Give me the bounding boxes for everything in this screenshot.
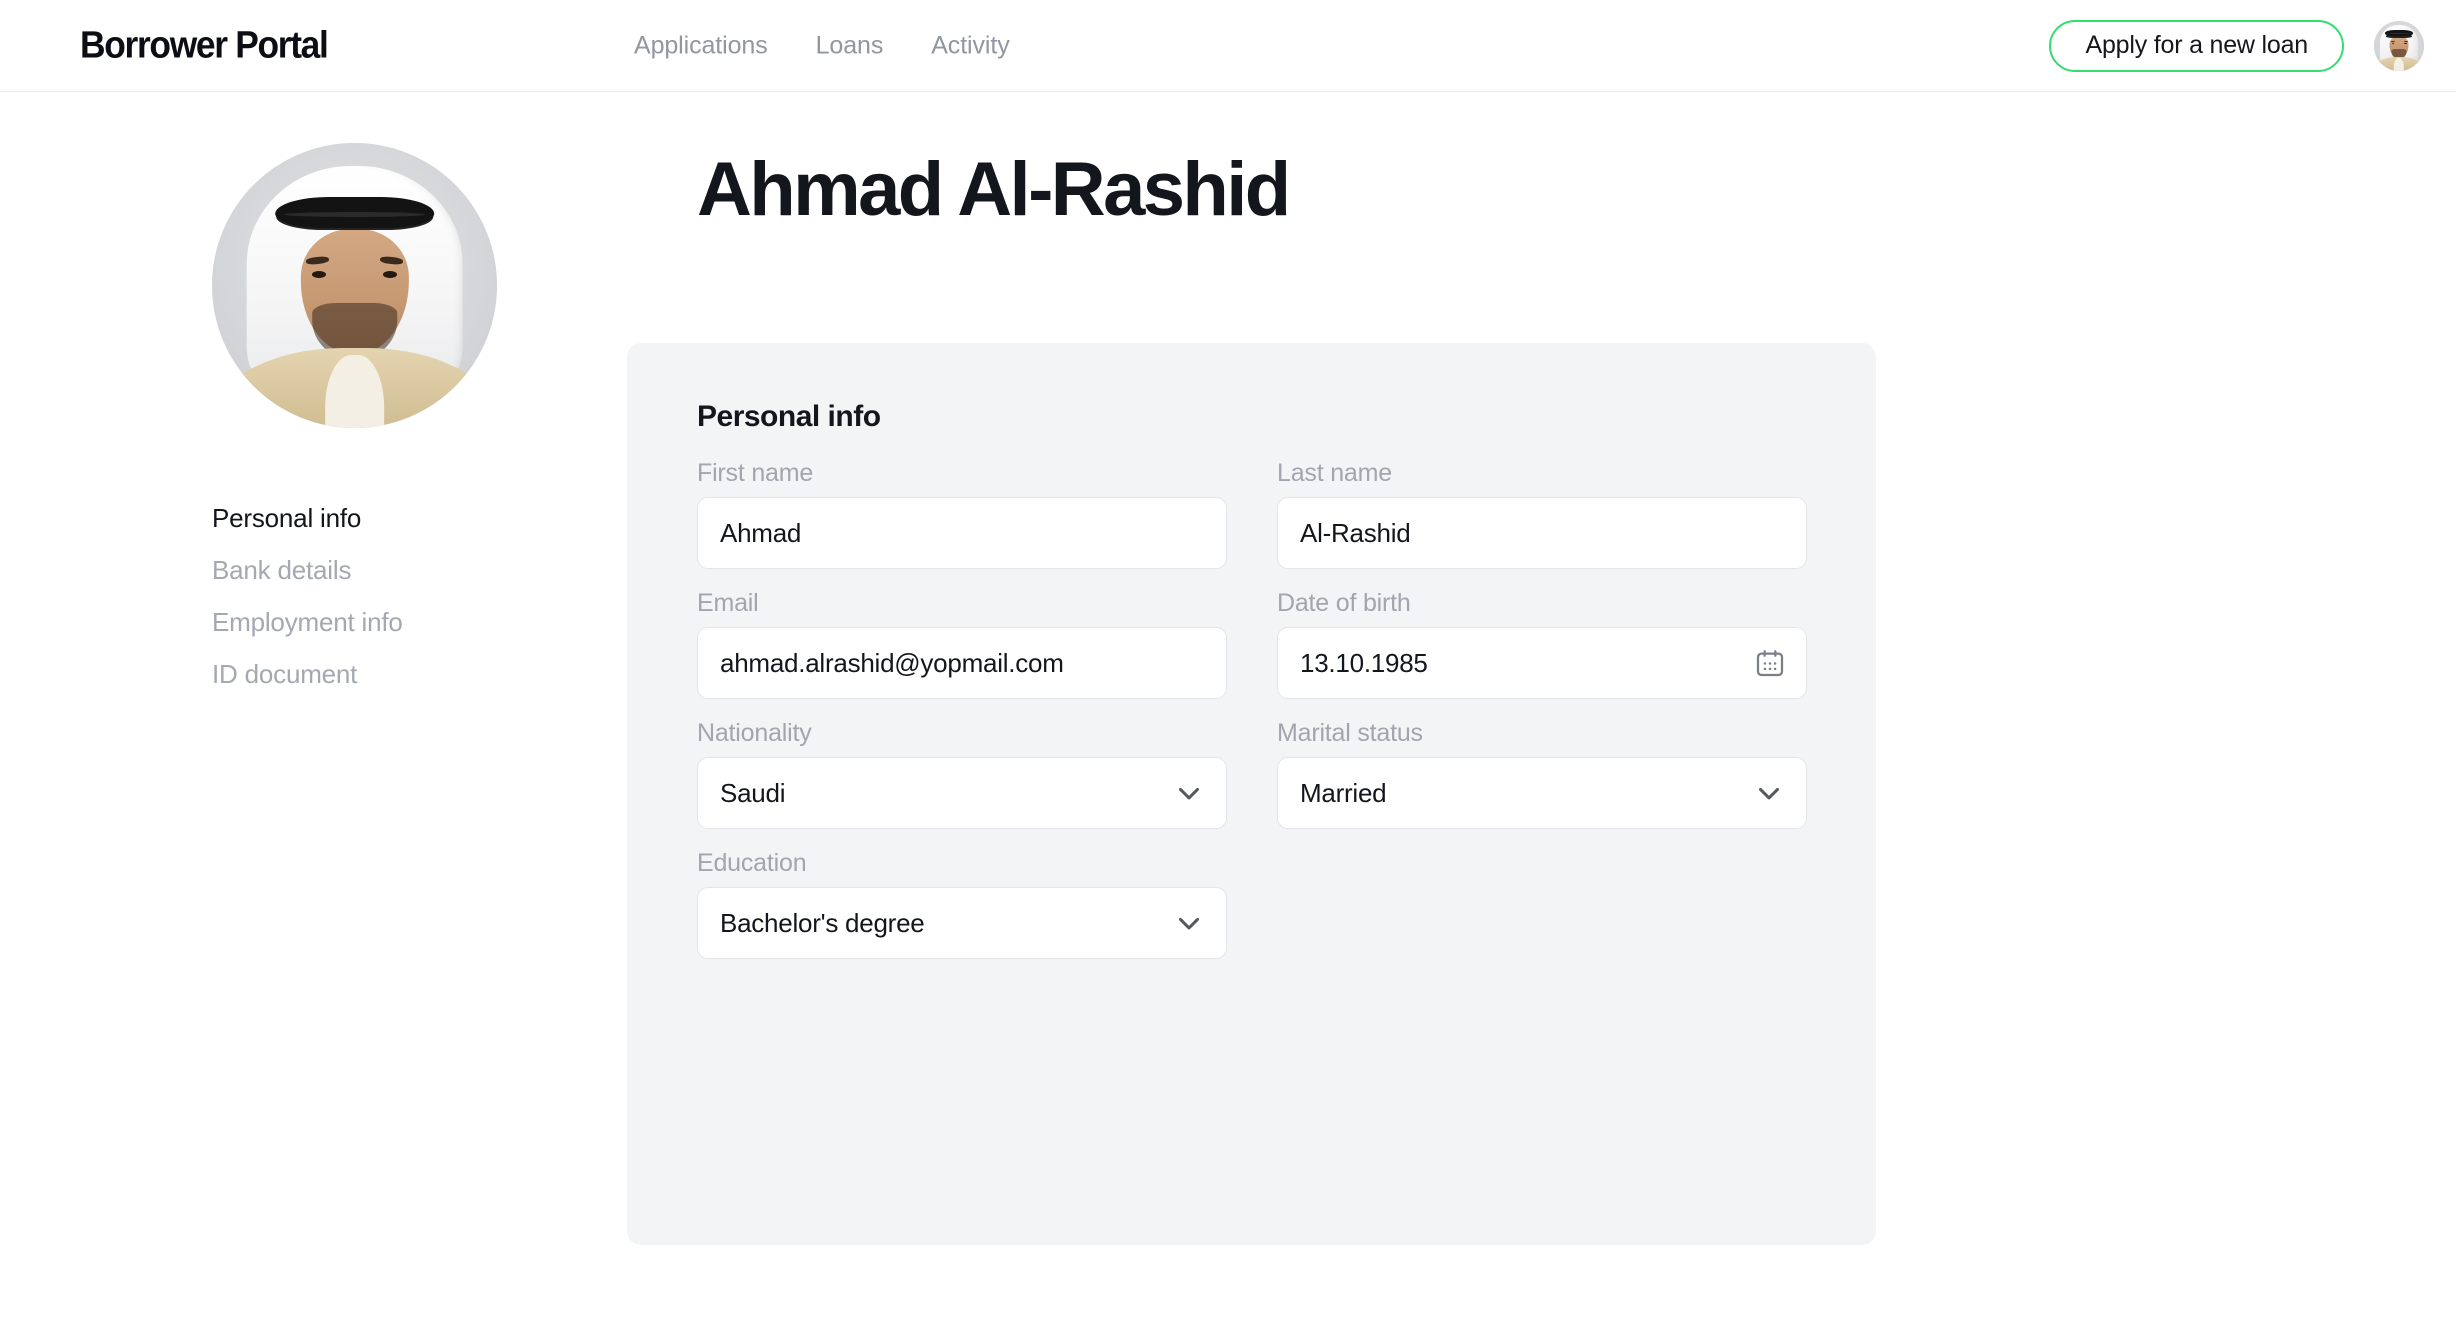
value-last-name: Al-Rashid (1300, 518, 1411, 548)
label-date-of-birth: Date of birth (1277, 589, 1411, 617)
avatar-eye-left (2391, 43, 2394, 45)
page-content: Personal info Bank details Employment in… (0, 92, 2456, 1318)
personal-info-form: First name Ahmad Last name Al-Rashid Ema… (697, 461, 1807, 959)
field-nationality: Nationality Saudi (697, 721, 1227, 829)
calendar-icon[interactable] (1754, 647, 1786, 679)
label-marital-status: Marital status (1277, 719, 1423, 747)
chevron-down-icon[interactable] (1172, 906, 1206, 940)
sidebar-item-id-document[interactable]: ID document (212, 648, 542, 700)
value-marital-status: Married (1300, 778, 1387, 808)
brand-logo[interactable]: Borrower Portal (80, 24, 329, 67)
input-last-name[interactable]: Al-Rashid (1277, 497, 1807, 569)
label-education: Education (697, 849, 807, 877)
input-date-of-birth[interactable]: 13.10.1985 (1277, 627, 1807, 699)
profile-portrait-art (212, 143, 497, 428)
value-first-name: Ahmad (720, 518, 802, 548)
avatar-eye-right (2404, 43, 2407, 45)
value-education: Bachelor's degree (720, 908, 925, 938)
page-title: Ahmad Al-Rashid (697, 147, 1291, 232)
select-marital-status[interactable]: Married (1277, 757, 1807, 829)
profile-photo[interactable] (212, 143, 497, 428)
sidebar-item-employment-info[interactable]: Employment info (212, 596, 542, 648)
nav-item-loans[interactable]: Loans (816, 31, 884, 60)
nav-item-activity[interactable]: Activity (931, 31, 1009, 60)
field-first-name: First name Ahmad (697, 461, 1227, 569)
label-last-name: Last name (1277, 459, 1392, 487)
value-email: ahmad.alrashid@yopmail.com (720, 648, 1064, 678)
chevron-down-icon[interactable] (1172, 776, 1206, 810)
app-root: Borrower Portal Applications Loans Activ… (0, 0, 2456, 1318)
field-last-name: Last name Al-Rashid (1277, 461, 1807, 569)
input-email[interactable]: ahmad.alrashid@yopmail.com (697, 627, 1227, 699)
apply-for-new-loan-button[interactable]: Apply for a new loan (2049, 19, 2344, 72)
field-date-of-birth: Date of birth 13.10.1985 (1277, 591, 1807, 699)
avatar-portrait-art (2374, 20, 2424, 71)
nav-item-applications[interactable]: Applications (634, 31, 768, 60)
profile-eye-left (311, 271, 326, 279)
profile-section-nav: Personal info Bank details Employment in… (212, 492, 542, 700)
top-header: Borrower Portal Applications Loans Activ… (0, 0, 2456, 92)
chevron-down-icon[interactable] (1752, 776, 1786, 810)
avatar-agal-cord (2385, 30, 2413, 36)
select-education[interactable]: Bachelor's degree (697, 887, 1227, 959)
label-email: Email (697, 589, 759, 617)
field-email: Email ahmad.alrashid@yopmail.com (697, 591, 1227, 699)
main-nav: Applications Loans Activity (634, 31, 1010, 60)
field-education: Education Bachelor's degree (697, 851, 1227, 959)
field-marital-status: Marital status Married (1277, 721, 1807, 829)
personal-info-card: Personal info First name Ahmad Last name… (627, 343, 1876, 1245)
avatar-brow-left (2390, 40, 2395, 43)
card-title: Personal info (697, 400, 881, 433)
label-first-name: First name (697, 459, 814, 487)
profile-agal-cord (274, 197, 435, 229)
value-nationality: Saudi (720, 778, 786, 808)
sidebar-item-personal-info[interactable]: Personal info (212, 492, 542, 544)
profile-sidebar: Personal info Bank details Employment in… (212, 143, 542, 700)
header-user-avatar[interactable] (2374, 20, 2424, 71)
select-nationality[interactable]: Saudi (697, 757, 1227, 829)
input-first-name[interactable]: Ahmad (697, 497, 1227, 569)
avatar-brow-right (2403, 40, 2408, 43)
label-nationality: Nationality (697, 719, 812, 747)
value-date-of-birth: 13.10.1985 (1300, 648, 1428, 678)
sidebar-item-bank-details[interactable]: Bank details (212, 544, 542, 596)
